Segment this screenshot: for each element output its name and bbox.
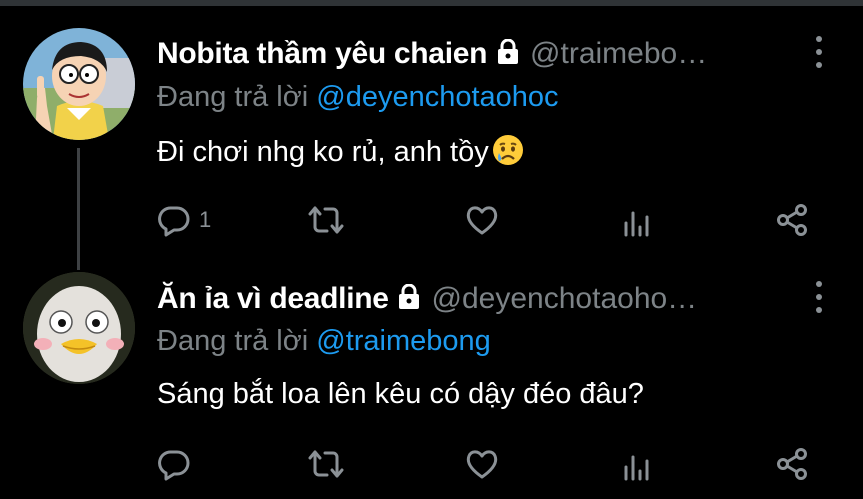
replying-mention[interactable]: @traimebong [316,325,491,357]
reply-icon [157,203,191,237]
replying-prefix: Đang trả lời [157,325,317,357]
analytics-button[interactable] [622,200,652,240]
top-divider [0,0,863,6]
crying-face-icon [491,133,525,175]
reply-count: 1 [199,207,212,232]
replying-prefix: Đang trả lời [157,81,317,113]
avatar[interactable] [23,28,135,140]
share-button[interactable] [775,200,809,240]
retweet-icon [307,203,345,237]
thread-connector [77,148,80,270]
tweet-actions [157,444,817,484]
like-icon [465,203,499,237]
lock-icon [397,283,421,315]
tweet-header: Ăn ỉa vì deadline @deyenchotaoho… [157,282,843,320]
retweet-button[interactable] [307,444,345,484]
retweet-button[interactable] [307,200,345,240]
share-icon [775,447,809,481]
analytics-icon [622,203,652,237]
replying-to: Đang trả lời @traimebong [157,325,491,358]
analytics-button[interactable] [622,444,652,484]
tweet-actions: 1 [157,200,817,240]
share-icon [775,203,809,237]
tweet[interactable]: Ăn ỉa vì deadline @deyenchotaoho… Đang t… [0,268,863,499]
reply-button[interactable]: 1 [157,200,211,240]
avatar[interactable] [23,272,135,384]
tweet-text-body: Đi chơi nhg ko rủ, anh tồy [157,136,489,168]
reply-button[interactable] [157,444,199,484]
lock-icon [496,38,520,70]
more-icon[interactable] [813,281,823,315]
tweet-text-body: Sáng bắt loa lên kêu có dậy đéo đâu? [157,378,644,410]
analytics-icon [622,447,652,481]
tweet-header: Nobita thầm yêu chaien @traimebo… [157,37,843,75]
replying-mention[interactable]: @deyenchotaohoc [316,81,558,113]
like-icon [465,447,499,481]
retweet-icon [307,447,345,481]
share-button[interactable] [775,444,809,484]
tweet-text: Đi chơi nhg ko rủ, anh tồy [157,133,525,175]
user-handle[interactable]: @deyenchotaoho… [432,282,698,315]
more-icon[interactable] [813,36,823,70]
reply-icon [157,447,191,481]
display-name[interactable]: Ăn ỉa vì deadline [157,282,389,315]
replying-to: Đang trả lời @deyenchotaohoc [157,81,559,114]
tweet-text: Sáng bắt loa lên kêu có dậy đéo đâu? [157,378,644,411]
like-button[interactable] [465,200,499,240]
display-name[interactable]: Nobita thầm yêu chaien [157,37,487,70]
tweet[interactable]: Nobita thầm yêu chaien @traimebo… Đang t… [0,20,863,270]
like-button[interactable] [465,444,499,484]
user-handle[interactable]: @traimebo… [530,37,707,70]
